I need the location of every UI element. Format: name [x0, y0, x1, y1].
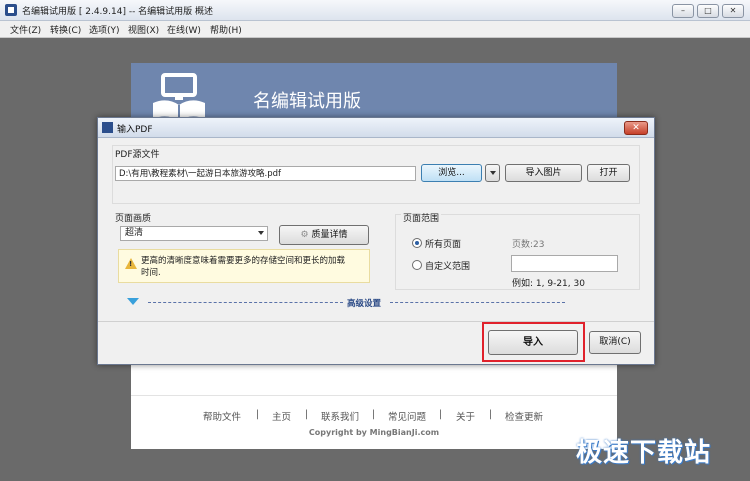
quality-warning-box: ! 更高的清晰度意味着需要更多的存储空间和更长的加载时间. — [118, 249, 370, 283]
advanced-settings-toggle[interactable]: 高级设置 — [347, 297, 381, 309]
source-file-label: PDF源文件 — [115, 150, 160, 160]
footer-link-home[interactable]: 主页 — [272, 409, 291, 423]
dialog-title: 输入PDF — [117, 125, 153, 135]
dialog-app-icon — [102, 122, 113, 133]
menu-options[interactable]: 选项(Y) — [89, 23, 120, 36]
all-pages-label: 所有页面 — [425, 240, 462, 250]
browse-dropdown-button[interactable] — [485, 164, 500, 182]
minimize-button[interactable]: – — [672, 4, 694, 18]
copyright-text: Copyright by MingBianJi.com — [308, 428, 440, 437]
menu-convert[interactable]: 转换(C) — [50, 23, 81, 36]
cancel-button[interactable]: 取消(C) — [589, 331, 641, 354]
menu-view[interactable]: 视图(X) — [128, 23, 159, 36]
page-title: 名编辑试用版 — [253, 91, 361, 112]
custom-range-label: 自定义范围 — [425, 262, 471, 272]
dialog-close-button[interactable]: ✕ — [624, 121, 648, 135]
menu-bar: 文件(Z) 转换(C) 选项(Y) 视图(X) 在线(W) 帮助(H) — [0, 21, 750, 38]
quality-selected-value: 超清 — [125, 228, 144, 238]
footer-divider — [131, 395, 617, 396]
footer-separator: | — [256, 409, 260, 420]
source-path-input[interactable]: D:\有用\教程素材\一起游日本旅游攻略.pdf — [115, 166, 416, 181]
all-pages-radio[interactable] — [412, 238, 422, 248]
footer-separator: | — [305, 409, 309, 420]
quality-label: 页面画质 — [115, 214, 152, 224]
quality-detail-label: 质量详情 — [311, 230, 348, 240]
window-titlebar: 名编辑试用版 [ 2.4.9.14] -- 名编辑试用版 概述 – □ ✕ — [0, 0, 750, 21]
menu-online[interactable]: 在线(W) — [167, 23, 201, 36]
maximize-button[interactable]: □ — [697, 4, 719, 18]
footer-separator: | — [489, 409, 493, 420]
expand-triangle-icon[interactable] — [127, 298, 139, 305]
watermark-text: 极速下载站 — [576, 438, 712, 468]
browse-button[interactable]: 浏览... — [421, 164, 482, 182]
import-image-button[interactable]: 导入图片 — [505, 164, 582, 182]
dialog-titlebar: 输入PDF ✕ — [98, 118, 654, 138]
app-icon — [5, 4, 17, 16]
warning-icon: ! — [125, 258, 137, 269]
advanced-divider-left — [148, 302, 343, 303]
footer-link-check-update[interactable]: 检查更新 — [505, 409, 543, 423]
close-button[interactable]: ✕ — [722, 4, 744, 18]
chevron-down-icon — [258, 231, 264, 235]
window-title: 名编辑试用版 [ 2.4.9.14] -- 名编辑试用版 概述 — [22, 7, 214, 17]
import-highlight-frame — [482, 322, 585, 362]
page-range-label: 页面范围 — [401, 211, 442, 224]
footer-separator: | — [439, 409, 443, 420]
dropdown-arrow-icon — [489, 170, 496, 175]
advanced-divider-right — [390, 302, 565, 303]
quality-select[interactable]: 超清 — [120, 226, 268, 241]
range-example-text: 例如: 1, 9-21, 30 — [512, 279, 585, 289]
custom-range-input[interactable] — [511, 255, 618, 272]
quality-warning-text: 更高的清晰度意味着需要更多的存储空间和更长的加载时间. — [141, 256, 346, 278]
footer-link-contact[interactable]: 联系我们 — [321, 409, 359, 423]
menu-help[interactable]: 帮助(H) — [210, 23, 242, 36]
custom-range-radio[interactable] — [412, 260, 422, 270]
open-button[interactable]: 打开 — [587, 164, 630, 182]
book-monitor-logo-icon — [153, 73, 205, 121]
footer-link-faq[interactable]: 常见问题 — [388, 409, 426, 423]
footer-separator: | — [372, 409, 376, 420]
page-count-text: 页数:23 — [512, 240, 545, 250]
footer-link-about[interactable]: 关于 — [456, 409, 475, 423]
menu-file[interactable]: 文件(Z) — [10, 23, 41, 36]
quality-detail-button[interactable]: ⚙ 质量详情 — [279, 225, 369, 245]
footer-link-help[interactable]: 帮助文件 — [203, 409, 241, 423]
gear-icon: ⚙ — [300, 230, 309, 240]
